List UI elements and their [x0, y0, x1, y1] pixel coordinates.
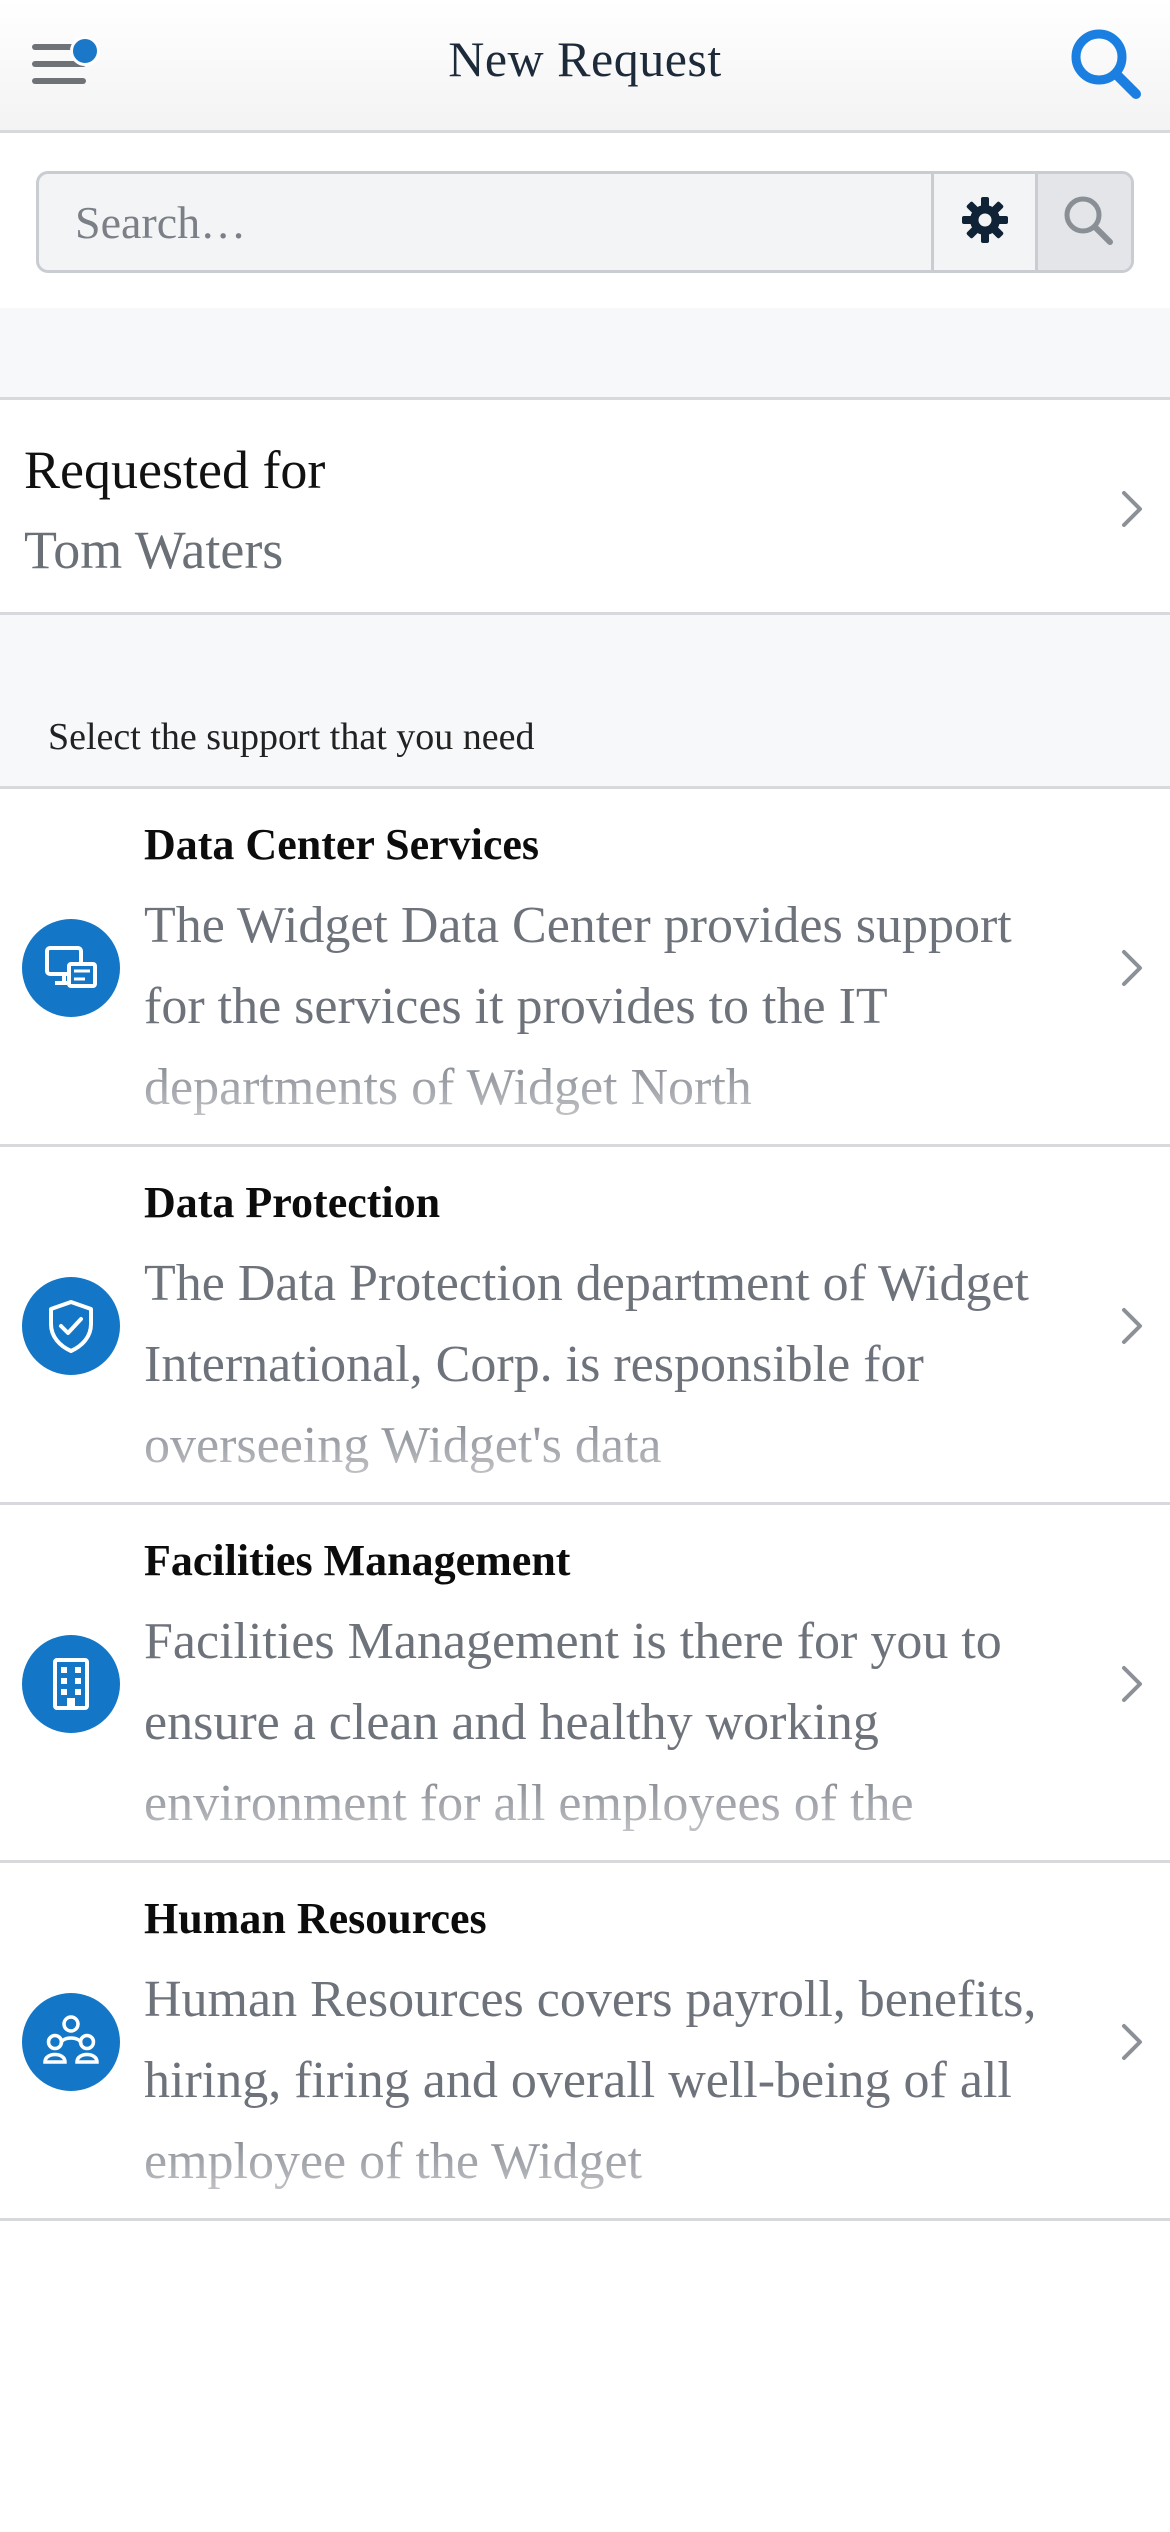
- section-title: Select the support that you need: [48, 716, 535, 758]
- search-input[interactable]: [39, 174, 931, 270]
- data-center-icon: [22, 919, 120, 1017]
- list-item-human-resources[interactable]: Human Resources Human Resources covers p…: [0, 1863, 1170, 2221]
- app-header: New Request: [0, 0, 1170, 133]
- search-submit-button[interactable]: [1035, 174, 1131, 270]
- chevron-right-icon: [1120, 1306, 1144, 1346]
- search-settings-button[interactable]: [931, 174, 1035, 270]
- chevron-right-icon: [1120, 948, 1144, 988]
- item-title: Human Resources: [144, 1894, 487, 1943]
- chevron-right-icon: [1120, 2022, 1144, 2062]
- search-icon: [1060, 192, 1116, 253]
- item-title: Data Protection: [144, 1178, 441, 1227]
- item-description: The Data Protection department of Widget…: [144, 1255, 1029, 1474]
- gear-icon: [959, 194, 1011, 251]
- page-title: New Request: [448, 31, 722, 87]
- item-title: Facilities Management: [144, 1536, 571, 1585]
- search-box: [36, 171, 1134, 273]
- people-group-icon: [22, 1993, 120, 2091]
- section-spacer: [0, 308, 1170, 400]
- list-item-data-center-services[interactable]: Data Center Services The Widget Data Cen…: [0, 789, 1170, 1147]
- building-icon: [22, 1635, 120, 1733]
- chevron-right-icon: [1120, 489, 1144, 529]
- item-description: Facilities Management is there for you t…: [144, 1613, 1002, 1832]
- search-icon[interactable]: [1068, 26, 1144, 102]
- search-bar: [0, 133, 1170, 308]
- item-description: The Widget Data Center provides support …: [144, 897, 1012, 1116]
- chevron-right-icon: [1120, 1664, 1144, 1704]
- list-item-data-protection[interactable]: Data Protection The Data Protection depa…: [0, 1147, 1170, 1505]
- requested-for-row[interactable]: Requested for Tom Waters: [0, 403, 1170, 615]
- requested-for-label: Requested for: [24, 440, 326, 500]
- list-item-facilities-management[interactable]: Facilities Management Facilities Managem…: [0, 1505, 1170, 1863]
- item-title: Data Center Services: [144, 820, 540, 869]
- item-description: Human Resources covers payroll, benefits…: [144, 1971, 1037, 2190]
- shield-check-icon: [22, 1277, 120, 1375]
- requested-for-value: Tom Waters: [24, 520, 284, 580]
- section-header: Select the support that you need: [0, 615, 1170, 789]
